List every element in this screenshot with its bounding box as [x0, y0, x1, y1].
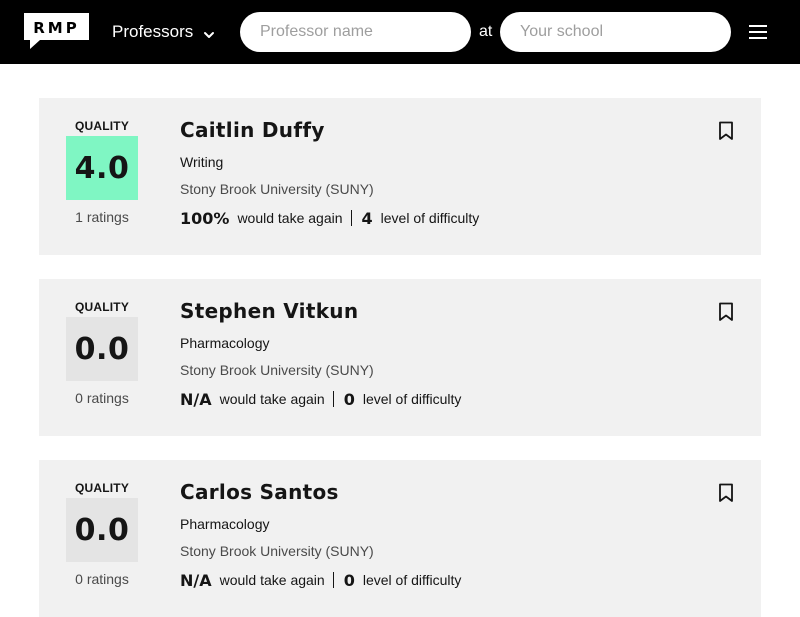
- professor-search-input[interactable]: [260, 23, 471, 41]
- quality-score: 0.0: [66, 317, 138, 381]
- professor-name[interactable]: Stephen Vitkun: [180, 299, 358, 323]
- quality-label: QUALITY: [74, 119, 130, 133]
- difficulty-label: level of difficulty: [362, 391, 462, 407]
- school-name: Stony Brook University (SUNY): [180, 362, 374, 378]
- difficulty-value: 0: [343, 389, 355, 409]
- bookmark-icon[interactable]: [718, 121, 734, 141]
- would-take-again-value: N/A: [180, 570, 212, 590]
- would-take-again-value: N/A: [180, 389, 212, 409]
- ratings-count: 1 ratings: [75, 209, 129, 225]
- bookmark-icon[interactable]: [718, 302, 734, 322]
- search-type-dropdown[interactable]: Professors: [112, 20, 215, 44]
- difficulty-label: level of difficulty: [362, 572, 462, 588]
- stat-divider: [332, 572, 334, 588]
- professor-card[interactable]: QUALITY 0.0 0 ratings Stephen Vitkun Pha…: [39, 279, 761, 436]
- top-nav: RMP Professors at: [0, 0, 800, 64]
- difficulty-label: level of difficulty: [380, 210, 480, 226]
- hamburger-menu-icon[interactable]: [748, 23, 768, 41]
- professor-card[interactable]: QUALITY 4.0 1 ratings Caitlin Duffy Writ…: [39, 98, 761, 255]
- professor-name[interactable]: Caitlin Duffy: [180, 118, 325, 142]
- search-type-label: Professors: [112, 22, 194, 41]
- professor-card[interactable]: QUALITY 0.0 0 ratings Carlos Santos Phar…: [39, 460, 761, 617]
- bookmark-icon[interactable]: [718, 483, 734, 503]
- school-search-field[interactable]: [500, 12, 731, 52]
- at-label: at: [479, 23, 493, 40]
- school-name: Stony Brook University (SUNY): [180, 181, 374, 197]
- would-take-again-label: would take again: [237, 210, 343, 226]
- difficulty-value: 0: [343, 570, 355, 590]
- stat-divider: [332, 391, 334, 407]
- would-take-again-label: would take again: [219, 391, 325, 407]
- department: Writing: [180, 154, 224, 170]
- department: Pharmacology: [180, 335, 270, 351]
- difficulty-value: 4: [361, 208, 373, 228]
- ratings-count: 0 ratings: [75, 390, 129, 406]
- logo-text: RMP: [33, 19, 79, 37]
- professor-search-field[interactable]: [240, 12, 471, 52]
- quality-score: 4.0: [66, 136, 138, 200]
- ratings-count: 0 ratings: [75, 571, 129, 587]
- quality-score: 0.0: [66, 498, 138, 562]
- feedback-stats: N/A would take again 0 level of difficul…: [180, 388, 461, 410]
- chevron-down-icon: [203, 26, 215, 38]
- rmp-logo[interactable]: RMP: [24, 13, 89, 49]
- school-name: Stony Brook University (SUNY): [180, 543, 374, 559]
- stat-divider: [350, 210, 352, 226]
- feedback-stats: N/A would take again 0 level of difficul…: [180, 569, 461, 591]
- school-search-input[interactable]: [520, 23, 731, 41]
- professor-name[interactable]: Carlos Santos: [180, 480, 339, 504]
- would-take-again-value: 100%: [180, 208, 230, 228]
- quality-label: QUALITY: [74, 300, 130, 314]
- quality-label: QUALITY: [74, 481, 130, 495]
- feedback-stats: 100% would take again 4 level of difficu…: [180, 207, 479, 229]
- department: Pharmacology: [180, 516, 270, 532]
- would-take-again-label: would take again: [219, 572, 325, 588]
